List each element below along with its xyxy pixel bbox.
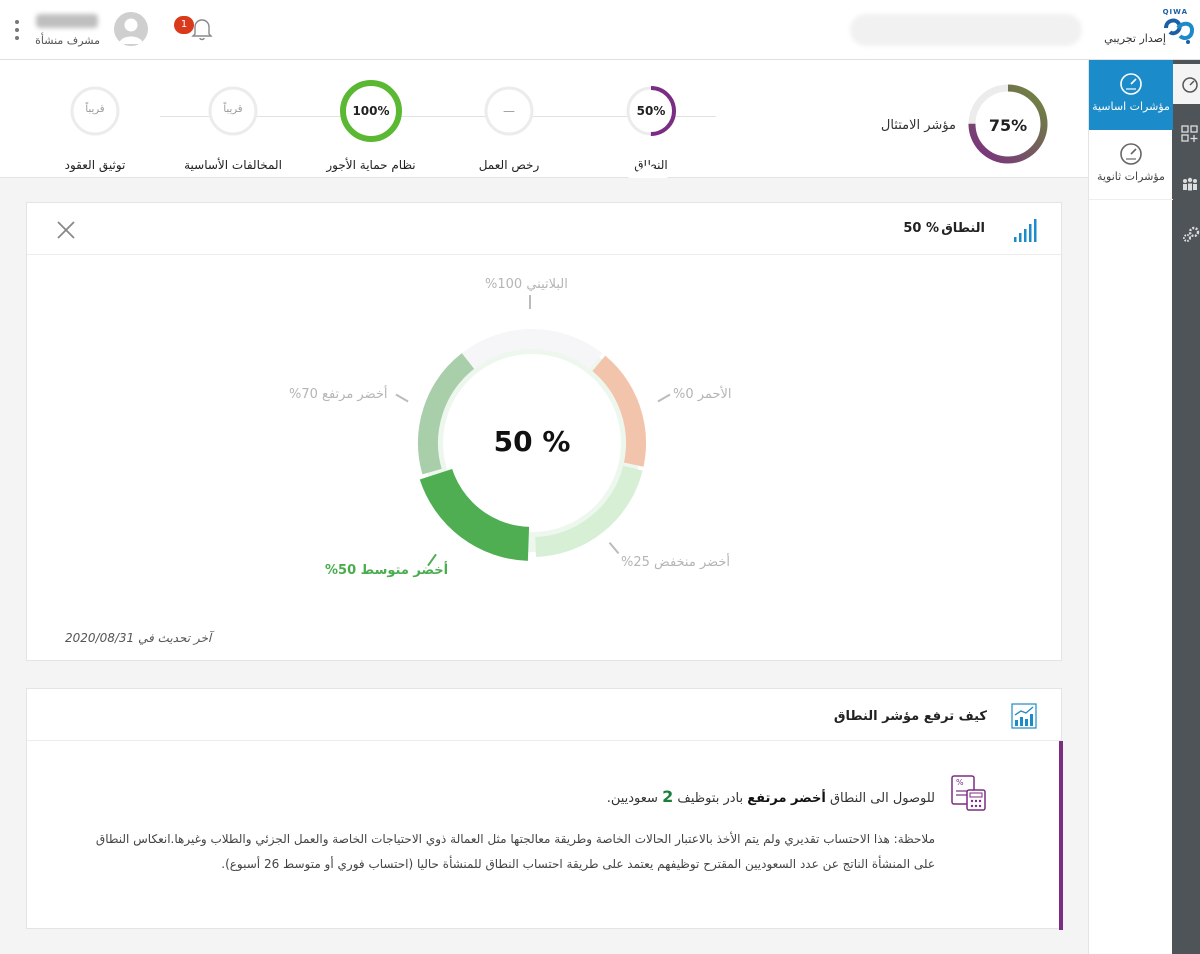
nav-item-secondary-indicators[interactable]: مؤشرات ثانوية xyxy=(1089,130,1173,200)
card-header: كيف ترفع مؤشر النطاق xyxy=(27,689,1063,741)
card-title: النطاق xyxy=(941,221,985,236)
card-title-value: 50 % xyxy=(903,221,939,236)
brand-logo[interactable]: QIWA إصدار تجريبي xyxy=(1104,8,1196,50)
step-value: قريباً xyxy=(85,104,105,115)
top-bar: QIWA إصدار تجريبي 1 مشرف منشأة xyxy=(0,0,1200,60)
segment-label-red: الأحمر 0% xyxy=(673,387,732,402)
more-menu-icon[interactable] xyxy=(14,18,20,42)
nav-item-label: مؤشرات ثانوية xyxy=(1097,170,1165,183)
qiwa-logo-icon xyxy=(1164,18,1195,44)
gauge-icon xyxy=(1120,143,1142,165)
rail-item-employees[interactable] xyxy=(1172,164,1200,204)
kpi-strip: 75% مؤشر الامتثال 50% النطاق — رخص العمل… xyxy=(0,60,1088,178)
rail-item-indicators[interactable] xyxy=(1172,64,1200,104)
compliance-label: مؤشر الامتثال xyxy=(880,118,956,133)
improve-range-card: كيف ترفع مؤشر النطاق % للوصول الى النطاق… xyxy=(26,688,1063,930)
step-value: — xyxy=(503,104,515,118)
segment-label-platinum: البلاتيني 100% xyxy=(485,277,568,292)
step-label: المخالفات الأساسية xyxy=(184,158,282,172)
segment-label-high-green: أخضر مرتفع 70% xyxy=(289,387,388,402)
gauge-icon xyxy=(1182,77,1198,93)
search-bar[interactable] xyxy=(850,14,1082,46)
avatar[interactable] xyxy=(114,12,148,46)
tip-note: ملاحظة: هذا الاحتساب تقديري ولم يتم الأخ… xyxy=(95,832,935,871)
nav-item-label: مؤشرات اساسية xyxy=(1092,100,1170,113)
segment-label-medium-green: أخضر متوسط 50% xyxy=(325,563,449,578)
rail-item-services[interactable] xyxy=(1172,114,1200,154)
step-value: 100% xyxy=(352,104,390,118)
signal-bars-icon xyxy=(1014,219,1037,242)
user-name xyxy=(36,14,98,28)
tip-main-text: للوصول الى النطاق أخضر مرتفع بادر بتوظيف… xyxy=(607,787,935,806)
step-label: نظام حماية الأجور xyxy=(326,158,416,172)
bell-icon[interactable] xyxy=(190,16,214,42)
compliance-value: 75% xyxy=(988,116,1028,135)
svg-text:%: % xyxy=(956,778,964,787)
card-title: كيف ترفع مؤشر النطاق xyxy=(833,709,987,724)
growth-chart-icon xyxy=(1011,703,1037,729)
step-value: قريباً xyxy=(223,104,243,115)
edition-label: إصدار تجريبي xyxy=(1104,32,1166,45)
card-header: النطاق 50 % xyxy=(27,203,1063,255)
selected-step-pointer xyxy=(628,164,668,178)
donut-center-value: 50 % xyxy=(493,425,571,458)
last-updated: آخر تحديث في 2020/08/31 xyxy=(65,631,212,645)
close-icon[interactable] xyxy=(55,219,77,241)
gears-icon xyxy=(1183,226,1200,242)
rail-item-settings[interactable] xyxy=(1172,214,1200,254)
tip-body: % للوصول الى النطاق أخضر مرتفع بادر بتوظ… xyxy=(27,741,1063,930)
step-label: رخص العمل xyxy=(478,158,540,172)
app-rail xyxy=(1172,60,1200,954)
segment-label-low-green: أخضر منخفض 25% xyxy=(621,555,731,570)
user-role: مشرف منشأة xyxy=(35,34,100,47)
tip-prefix: للوصول الى النطاق xyxy=(829,791,935,806)
tip-suffix: سعوديين. xyxy=(606,791,658,806)
grid-plus-icon xyxy=(1181,125,1198,142)
nav-item-primary-indicators[interactable]: مؤشرات اساسية xyxy=(1089,60,1173,130)
tip-action: بادر بتوظيف xyxy=(677,791,744,806)
notification-badge[interactable]: 1 xyxy=(174,16,194,34)
step-label: توثيق العقود xyxy=(64,158,126,172)
tip-target-band: أخضر مرتفع xyxy=(747,791,826,806)
segment-tick xyxy=(529,295,531,309)
indicators-nav: مؤشرات اساسية مؤشرات ثانوية xyxy=(1088,60,1173,954)
people-icon xyxy=(1183,177,1197,191)
range-detail-card: النطاق 50 % 50 % البلاتيني 100% الأحمر 0… xyxy=(26,202,1063,661)
gauge-icon xyxy=(1120,73,1142,95)
user-icon xyxy=(119,18,143,44)
step-value: 50% xyxy=(636,104,666,118)
tip-count: 2 xyxy=(662,787,674,806)
calculator-icon: % xyxy=(951,775,986,811)
